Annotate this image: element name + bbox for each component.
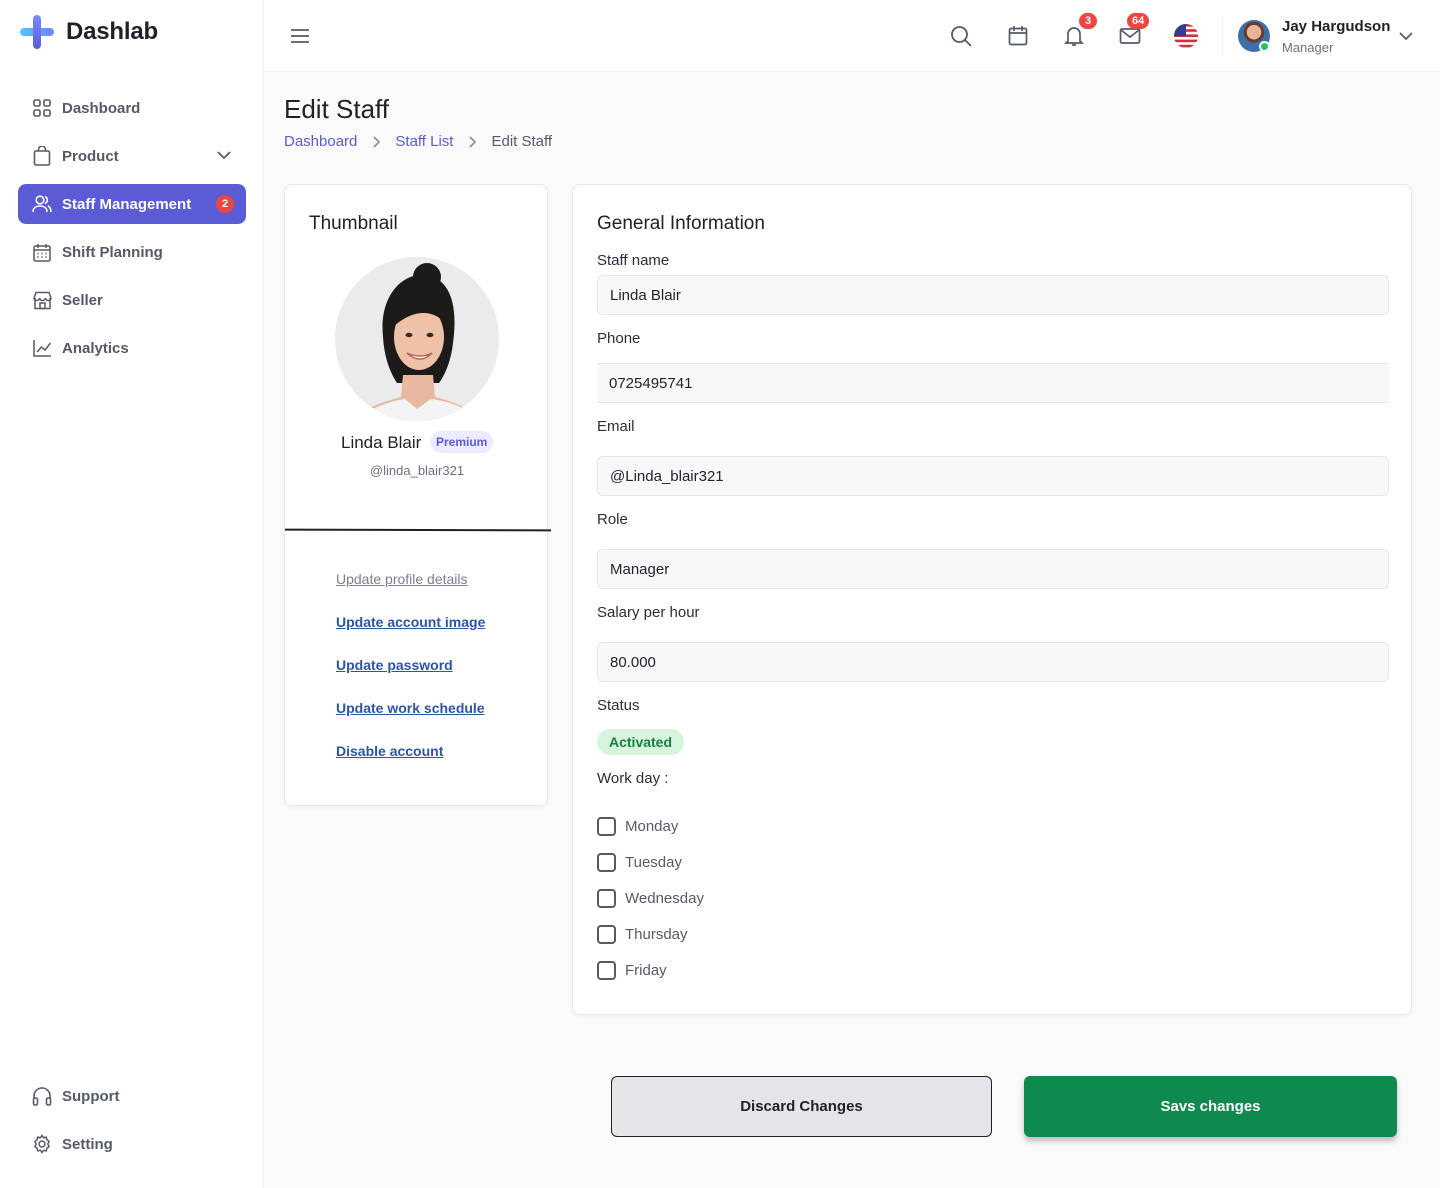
line-chart-icon xyxy=(32,338,52,358)
staff-name-input[interactable] xyxy=(597,275,1389,315)
tuesday-checkbox[interactable] xyxy=(597,853,616,872)
checkbox-label: Tuesday xyxy=(625,854,682,871)
sidebar-item-label: Product xyxy=(62,147,119,165)
sidebar-item-label: Seller xyxy=(62,291,103,309)
sidebar-item-setting[interactable]: Setting xyxy=(18,1124,246,1164)
status-badge[interactable]: Activated xyxy=(597,729,685,755)
topbar-divider xyxy=(1222,16,1223,56)
calendar-icon[interactable] xyxy=(1006,24,1030,48)
user-role: Manager xyxy=(1282,40,1334,55)
sidebar-item-label: Setting xyxy=(62,1135,113,1153)
online-status-dot xyxy=(1259,41,1270,52)
checkbox-label: Friday xyxy=(625,962,667,979)
checkbox-label: Wednesday xyxy=(625,890,704,907)
workday-wednesday[interactable]: Wednesday xyxy=(597,889,704,908)
role-input[interactable] xyxy=(597,549,1389,589)
salary-label: Salary per hour xyxy=(597,604,700,621)
disable-account-link[interactable]: Disable account xyxy=(336,743,485,759)
sidebar-item-shift-planning[interactable]: Shift Planning xyxy=(18,232,246,272)
breadcrumb-staff-list[interactable]: Staff List xyxy=(395,133,453,150)
sidebar-item-label: Analytics xyxy=(62,339,129,357)
breadcrumb: Dashboard Staff List Edit Staff xyxy=(284,133,552,150)
sidebar-item-label: Staff Management xyxy=(62,195,192,213)
divider xyxy=(284,528,552,532)
breadcrumb-current: Edit Staff xyxy=(491,133,553,150)
email-input[interactable] xyxy=(597,456,1389,496)
sidebar-item-seller[interactable]: Seller xyxy=(18,280,246,320)
sidebar-item-product[interactable]: Product xyxy=(18,136,246,176)
thumbnail-title: Thumbnail xyxy=(309,213,398,234)
friday-checkbox[interactable] xyxy=(597,961,616,980)
workday-monday[interactable]: Monday xyxy=(597,817,678,836)
logo-plus-icon xyxy=(20,15,54,49)
thursday-checkbox[interactable] xyxy=(597,925,616,944)
staff-name-label: Staff name xyxy=(597,252,670,269)
profile-name: Linda Blair xyxy=(341,433,422,452)
us-flag-icon[interactable] xyxy=(1173,23,1199,49)
sidebar-item-label: Dashboard xyxy=(62,99,141,117)
status-label: Status xyxy=(597,697,640,714)
phone-input[interactable] xyxy=(597,363,1389,403)
sidebar-nav: Dashboard Product Staff Management 2 Shi… xyxy=(18,88,246,376)
app-name: Dashlab xyxy=(66,18,158,45)
work-day-label: Work day : xyxy=(597,770,669,787)
page-title: Edit Staff xyxy=(284,94,390,124)
update-profile-details-link[interactable]: Update profile details xyxy=(336,571,485,587)
store-icon xyxy=(32,290,52,310)
grid-icon xyxy=(32,98,52,118)
checkbox-label: Monday xyxy=(625,818,679,835)
app-logo[interactable]: Dashlab xyxy=(20,15,158,49)
profile-handle: @linda_blair321 xyxy=(369,463,465,478)
sidebar-item-label: Support xyxy=(62,1087,120,1105)
update-work-schedule-link[interactable]: Update work schedule xyxy=(336,700,485,716)
thumbnail-card: Thumbnail Linda Blair Premium @linda_bla… xyxy=(284,184,552,806)
update-account-image-link[interactable]: Update account image xyxy=(336,614,485,630)
general-information-card: General Information Staff name Phone Ema… xyxy=(572,184,1412,1015)
notification-badge: 3 xyxy=(1079,13,1097,29)
profile-actions: Update profile details Update account im… xyxy=(336,571,485,786)
messages-badge: 64 xyxy=(1127,13,1150,29)
role-label: Role xyxy=(597,511,628,528)
staff-count-badge: 2 xyxy=(216,195,234,213)
top-bar: 3 64 Jay Hargudson Manager xyxy=(264,0,1440,72)
email-label: Email xyxy=(597,418,635,435)
user-name[interactable]: Jay Hargudson xyxy=(1282,18,1390,35)
chevron-down-icon[interactable] xyxy=(216,147,232,167)
sidebar-item-analytics[interactable]: Analytics xyxy=(18,328,246,368)
workday-thursday[interactable]: Thursday xyxy=(597,925,688,944)
headphones-icon xyxy=(32,1086,52,1106)
salary-input[interactable] xyxy=(597,642,1389,682)
shopping-bag-icon xyxy=(32,146,52,166)
users-icon xyxy=(32,194,52,214)
chevron-right-icon xyxy=(467,135,477,148)
general-information-title: General Information xyxy=(597,213,765,234)
chevron-down-icon[interactable] xyxy=(1398,28,1414,49)
checkbox-label: Thursday xyxy=(625,926,688,943)
search-icon[interactable] xyxy=(949,24,973,48)
sidebar: Dashlab Dashboard Product Staff Manageme… xyxy=(0,0,264,1188)
gear-icon xyxy=(32,1134,52,1154)
discard-changes-button[interactable]: Discard Changes xyxy=(611,1076,992,1137)
save-changes-button[interactable]: Savs changes xyxy=(1024,1076,1397,1137)
sidebar-item-dashboard[interactable]: Dashboard xyxy=(18,88,246,128)
chevron-right-icon xyxy=(371,135,381,148)
sidebar-bottom-nav: Support Setting xyxy=(18,1076,246,1172)
update-password-link[interactable]: Update password xyxy=(336,657,485,673)
breadcrumb-dashboard[interactable]: Dashboard xyxy=(284,133,357,150)
calendar-grid-icon xyxy=(32,242,52,262)
workday-tuesday[interactable]: Tuesday xyxy=(597,853,682,872)
monday-checkbox[interactable] xyxy=(597,817,616,836)
profile-photo[interactable] xyxy=(335,257,499,421)
wednesday-checkbox[interactable] xyxy=(597,889,616,908)
sidebar-item-staff-management[interactable]: Staff Management 2 xyxy=(18,184,246,224)
premium-badge: Premium xyxy=(430,431,494,453)
sidebar-item-support[interactable]: Support xyxy=(18,1076,246,1116)
sidebar-item-label: Shift Planning xyxy=(62,243,163,261)
phone-label: Phone xyxy=(597,330,641,347)
menu-icon[interactable] xyxy=(290,26,310,46)
workday-friday[interactable]: Friday xyxy=(597,961,667,980)
